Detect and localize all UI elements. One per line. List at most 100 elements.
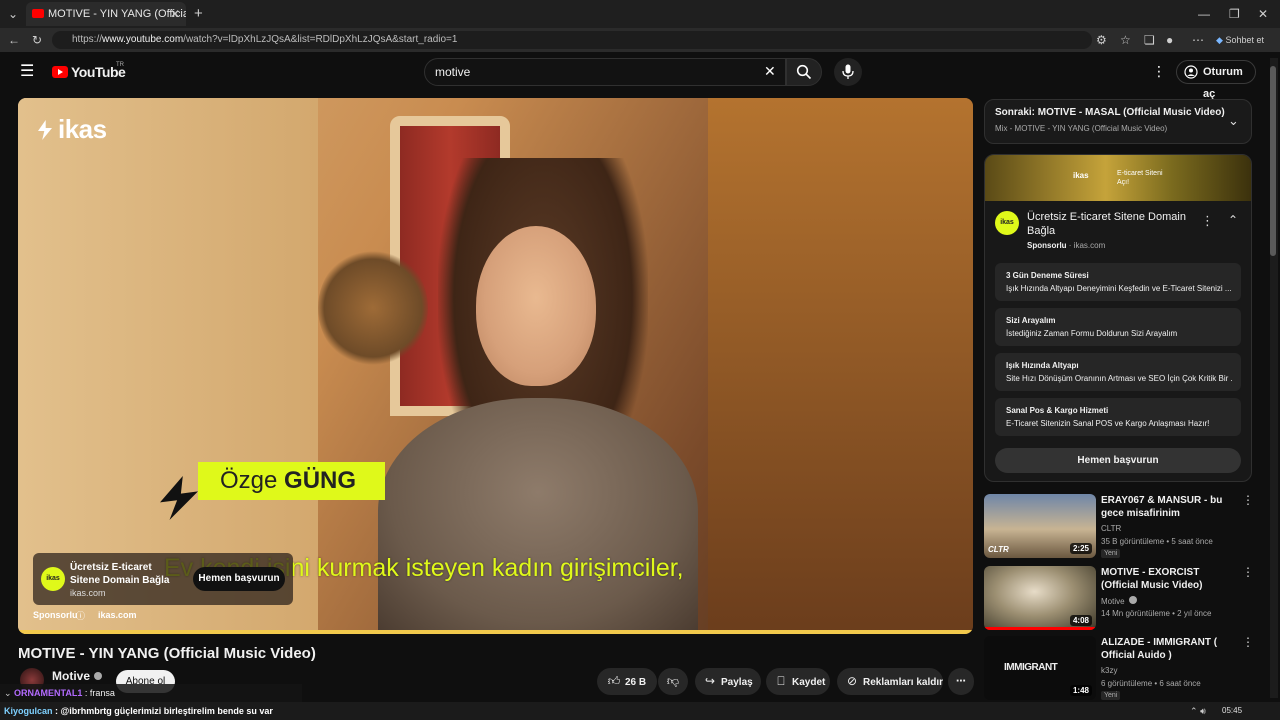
search-icon xyxy=(796,64,812,80)
ad-apply-button[interactable]: Hemen başvurun xyxy=(193,567,285,591)
ad-logo: ikas xyxy=(41,567,65,591)
youtube-logo-icon[interactable] xyxy=(52,66,68,78)
url-field[interactable]: https://www.youtube.com/watch?v=lDpXhLzJ… xyxy=(52,31,1092,49)
bolt-icon xyxy=(38,120,52,140)
ad-panel-title[interactable]: Ücretsiz E-ticaret Sitene Domain Bağla xyxy=(1027,210,1203,238)
more-actions-button[interactable]: ⋯ xyxy=(948,668,974,695)
scrollbar-thumb[interactable] xyxy=(1270,66,1276,256)
remove-ads-label: Reklamları kaldır xyxy=(863,677,944,688)
settings-more-icon[interactable]: ⋮ xyxy=(1152,63,1166,79)
up-next-panel[interactable]: Sonraki: MOTIVE - MASAL (Official Music … xyxy=(984,99,1252,144)
sponsored-domain[interactable]: ikas.com xyxy=(98,610,137,620)
ad-feature-item[interactable]: Sizi Arayalım İstediğiniz Zaman Formu Dol… xyxy=(995,308,1241,346)
back-icon[interactable]: ← xyxy=(8,28,20,52)
share-button[interactable]: ↪ Paylaş xyxy=(695,668,761,695)
video-thumbnail[interactable]: CLTR 2:25 xyxy=(984,494,1096,558)
recommendation-item[interactable]: CLTR 2:25 ERAY067 & MANSUR - bu gece mis… xyxy=(984,494,1254,558)
search-button[interactable] xyxy=(786,58,822,86)
extensions-icon[interactable]: ⚙ xyxy=(1096,28,1107,52)
chat-button-label: Sohbet et xyxy=(1225,35,1264,45)
verified-icon xyxy=(1128,596,1137,604)
chat-username: Kiyogulcan xyxy=(4,706,53,716)
search-value: motive xyxy=(435,65,471,79)
video-thumbnail[interactable]: 4:08 xyxy=(984,566,1096,630)
up-next-label: Sonraki: xyxy=(995,107,1036,118)
browser-tab[interactable]: MOTIVE - YIN YANG (Official Music Video)… xyxy=(26,2,186,26)
close-tab-icon[interactable]: ✕ xyxy=(170,2,180,26)
up-next-playlist: Mix - MOTIVE - YIN YANG (Official Music … xyxy=(995,124,1168,133)
restore-icon[interactable]: ❐ xyxy=(1229,0,1240,28)
ad-feature-item[interactable]: Sanal Pos & Kargo Hizmeti E-Ticaret Siten… xyxy=(995,398,1241,436)
page-scrollbar[interactable] xyxy=(1270,58,1278,698)
more-browser-icon[interactable]: ⋯ xyxy=(1192,28,1204,52)
chevron-up-icon[interactable]: ⌃ xyxy=(1228,213,1238,227)
favorites-icon[interactable]: ☆ xyxy=(1120,28,1131,52)
save-button[interactable]: ⎕ Kaydet xyxy=(766,668,830,695)
voice-search-button[interactable] xyxy=(834,58,862,86)
close-window-icon[interactable]: ✕ xyxy=(1258,0,1268,28)
reload-icon[interactable]: ↻ xyxy=(32,28,42,52)
save-label: Kaydet xyxy=(792,677,826,688)
chat-username: ORNAMENTAL1 xyxy=(14,688,83,698)
ad-overlay-card[interactable]: ikas Ücretsiz E-ticaret Sitene Domain Ba… xyxy=(33,553,293,605)
ad-title: Ücretsiz E-ticaret Sitene Domain Bağla xyxy=(70,562,170,586)
rec-channel: k3zy xyxy=(1101,666,1118,675)
ad-banner-image[interactable]: ikas E-ticaret Siteni Açı! xyxy=(985,155,1251,201)
tab-list-icon[interactable]: ⌄ xyxy=(8,0,18,28)
feature-title: Sanal Pos & Kargo Hizmeti xyxy=(1006,406,1109,415)
chat-message: : @ibrhmbrtg güçlerimizi birleştirelim b… xyxy=(52,706,273,716)
rec-more-icon[interactable]: ⋮ xyxy=(1242,494,1254,506)
channel-name[interactable]: Motive xyxy=(52,669,103,683)
video-title: MOTIVE - YIN YANG (Official Music Video) xyxy=(18,645,316,662)
bookmark-icon: ⎕ xyxy=(777,674,785,688)
video-player[interactable]: ikas Özge GÜNG Ev kendi işini kurmak ist… xyxy=(18,98,973,634)
ad-panel-apply-button[interactable]: Hemen başvurun xyxy=(995,448,1241,473)
rec-more-icon[interactable]: ⋮ xyxy=(1242,636,1254,648)
recommendation-item[interactable]: IMMIGRANT 1:48 ALIZADE - IMMIGRANT ( Off… xyxy=(984,636,1254,700)
collections-icon[interactable]: ❏ xyxy=(1144,28,1155,52)
video-thumbnail[interactable]: IMMIGRANT 1:48 xyxy=(984,636,1096,700)
volume-icon[interactable]: 🔊︎ xyxy=(1200,706,1206,716)
feature-title: 3 Gün Deneme Süresi xyxy=(1006,271,1089,280)
channel-name-text: Motive xyxy=(52,669,91,683)
rec-channel: CLTR xyxy=(1101,524,1122,533)
info-icon[interactable]: ⓘ xyxy=(76,609,85,622)
remove-ads-button[interactable]: ⊘ Reklamları kaldır xyxy=(837,668,943,695)
signin-button[interactable]: Oturum aç xyxy=(1176,60,1256,100)
video-duration: 1:48 xyxy=(1069,685,1092,696)
minimize-icon[interactable]: — xyxy=(1198,0,1210,28)
dislike-button[interactable]: 👎︎ xyxy=(658,668,688,695)
ad-feature-item[interactable]: Işık Hızında Altyapı Site Hızı Dönüşüm Or… xyxy=(995,353,1241,391)
ikas-video-logo: ikas xyxy=(38,114,107,145)
ad-feature-item[interactable]: 3 Gün Deneme Süresi Işık Hızında Altyapı … xyxy=(995,263,1241,301)
taskbar-clock[interactable]: 05:45 xyxy=(1222,702,1242,720)
video-frame-person xyxy=(378,398,698,634)
url-path: /watch?v=lDpXhLzJQsA&list=RDlDpXhLzJQsA&… xyxy=(183,34,458,45)
chevron-up-icon[interactable]: ⌃ xyxy=(1190,706,1198,716)
chat-overlay-line: ⌄ ORNAMENTAL1 : fransa xyxy=(0,684,302,702)
clear-search-icon[interactable]: ✕ xyxy=(764,63,776,79)
feature-desc: Işık Hızında Altyapı Deneyimini Keşfedin… xyxy=(1006,284,1232,293)
feature-desc: Site Hızı Dönüşüm Oranının Artması ve SE… xyxy=(1006,374,1232,383)
rec-channel-text: Motive xyxy=(1101,597,1125,606)
chat-button[interactable]: ◆ Sohbet et xyxy=(1216,28,1264,52)
more-horizontal-icon: ⋯ xyxy=(956,676,966,687)
sponsored-row: Sponsorlu ikas.com xyxy=(33,610,155,620)
share-icon: ↪ xyxy=(704,674,716,688)
url-host: www.youtube.com xyxy=(102,34,184,45)
copilot-icon: ◆ xyxy=(1216,35,1223,45)
search-input[interactable]: motive xyxy=(424,58,786,86)
ad-progress-bar xyxy=(18,630,973,634)
new-tab-icon[interactable]: + xyxy=(194,0,203,28)
rec-more-icon[interactable]: ⋮ xyxy=(1242,566,1254,578)
recommendation-item[interactable]: 4:08 MOTIVE - EXORCIST (Official Music V… xyxy=(984,566,1254,630)
watched-progress-bar xyxy=(984,627,1096,630)
chevron-down-icon[interactable]: ⌄ xyxy=(1228,113,1239,129)
banner-ikas: ikas xyxy=(1073,171,1089,180)
profile-icon[interactable]: ● xyxy=(1166,28,1173,52)
feature-title: Işık Hızında Altyapı xyxy=(1006,361,1079,370)
menu-icon[interactable]: ☰ xyxy=(20,64,34,80)
thumb-label: CLTR xyxy=(988,545,1009,554)
ad-more-icon[interactable]: ⋮ xyxy=(1201,213,1214,229)
like-button[interactable]: 👍︎ 26 B xyxy=(597,668,657,695)
